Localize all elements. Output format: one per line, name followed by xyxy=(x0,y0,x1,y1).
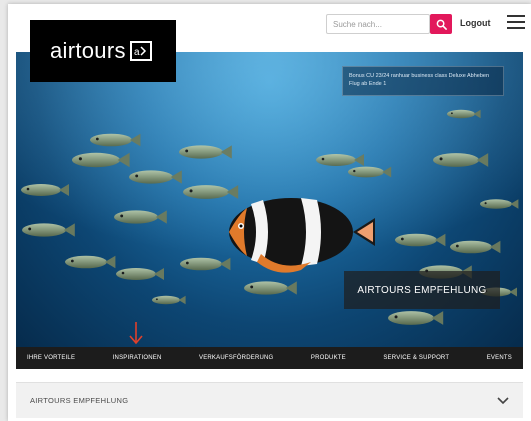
search-input[interactable] xyxy=(326,14,430,34)
a-arrow-logo-icon: a xyxy=(129,41,152,61)
logo-text: airtours xyxy=(50,38,126,63)
hamburger-menu-icon[interactable] xyxy=(507,15,525,29)
nav-item-service-support[interactable]: SERVICE & SUPPORT xyxy=(383,355,449,361)
main-nav: IHRE VORTEILE INSPIRATIONEN VERKAUFSFÖRD… xyxy=(16,347,523,369)
browser-frame: Logout xyxy=(8,4,531,421)
hero-recommend-button[interactable]: AIRTOURS EMPFEHLUNG xyxy=(344,271,500,309)
nav-item-events[interactable]: EVENTS xyxy=(487,355,512,361)
red-down-arrow-icon xyxy=(129,322,143,345)
search-icon xyxy=(436,19,447,30)
nav-item-inspirationen[interactable]: INSPIRATIONEN xyxy=(113,355,162,361)
logout-link[interactable]: Logout xyxy=(460,18,491,28)
search-button[interactable] xyxy=(430,14,452,34)
nav-item-produkte[interactable]: PRODUKTE xyxy=(311,355,346,361)
chevron-down-icon[interactable] xyxy=(497,396,509,405)
nav-item-verkaufsfoerderung[interactable]: VERKAUFSFÖRDERUNG xyxy=(199,355,273,361)
svg-text:a: a xyxy=(134,47,140,57)
hero-notice: Bonus CU 23/24 ranhuar business class De… xyxy=(342,66,504,96)
airtours-logo[interactable]: airtours a xyxy=(30,20,176,82)
hero-banner: Bonus CU 23/24 ranhuar business class De… xyxy=(16,52,523,347)
accordion-label: AIRTOURS EMPFEHLUNG xyxy=(30,396,129,405)
accordion-airtours-empfehlung[interactable]: AIRTOURS EMPFEHLUNG xyxy=(16,382,523,418)
nav-item-ihre-vorteile[interactable]: IHRE VORTEILE xyxy=(27,355,75,361)
